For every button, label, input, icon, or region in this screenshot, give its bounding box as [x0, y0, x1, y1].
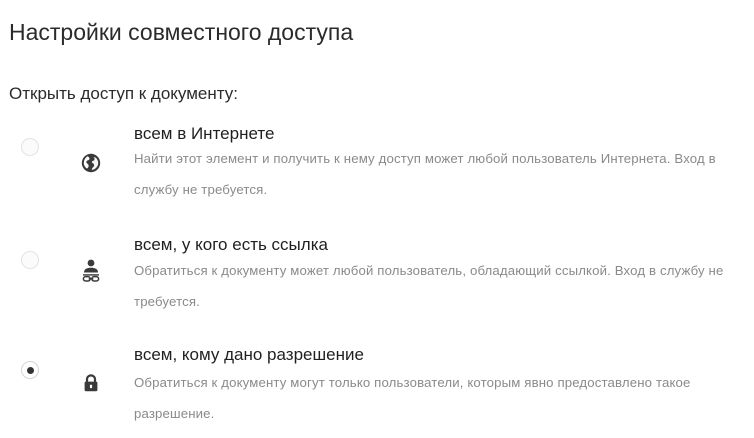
option-title: всем, кому дано разрешение — [134, 345, 364, 364]
option-title: всем в Интернете — [134, 124, 275, 143]
access-option-anyone-with-link[interactable]: всем, у кого есть ссылка Обратиться к до… — [0, 231, 754, 326]
access-option-specific-people[interactable]: всем, кому дано разрешение Обратиться к … — [0, 343, 754, 438]
option-description: Обратиться к документу могут только поль… — [134, 375, 691, 421]
globe-icon — [80, 152, 102, 174]
radio-selected-indicator — [27, 367, 34, 374]
radio-anyone-with-link[interactable] — [21, 251, 39, 269]
access-option-public[interactable]: всем в Интернете Найти этот элемент и по… — [0, 118, 754, 213]
access-section-label: Открыть доступ к документу: — [9, 84, 238, 103]
radio-specific-people[interactable] — [21, 361, 39, 379]
option-description: Обратиться к документу может любой польз… — [134, 263, 724, 309]
lock-icon — [80, 372, 102, 394]
link-user-icon — [80, 259, 102, 282]
radio-public[interactable] — [21, 138, 39, 156]
page-title: Настройки совместного доступа — [9, 19, 354, 45]
sharing-settings-panel: Настройки совместного доступа Открыть до… — [0, 0, 754, 429]
option-description: Найти этот элемент и получить к нему дос… — [134, 151, 716, 197]
option-title: всем, у кого есть ссылка — [134, 235, 328, 254]
